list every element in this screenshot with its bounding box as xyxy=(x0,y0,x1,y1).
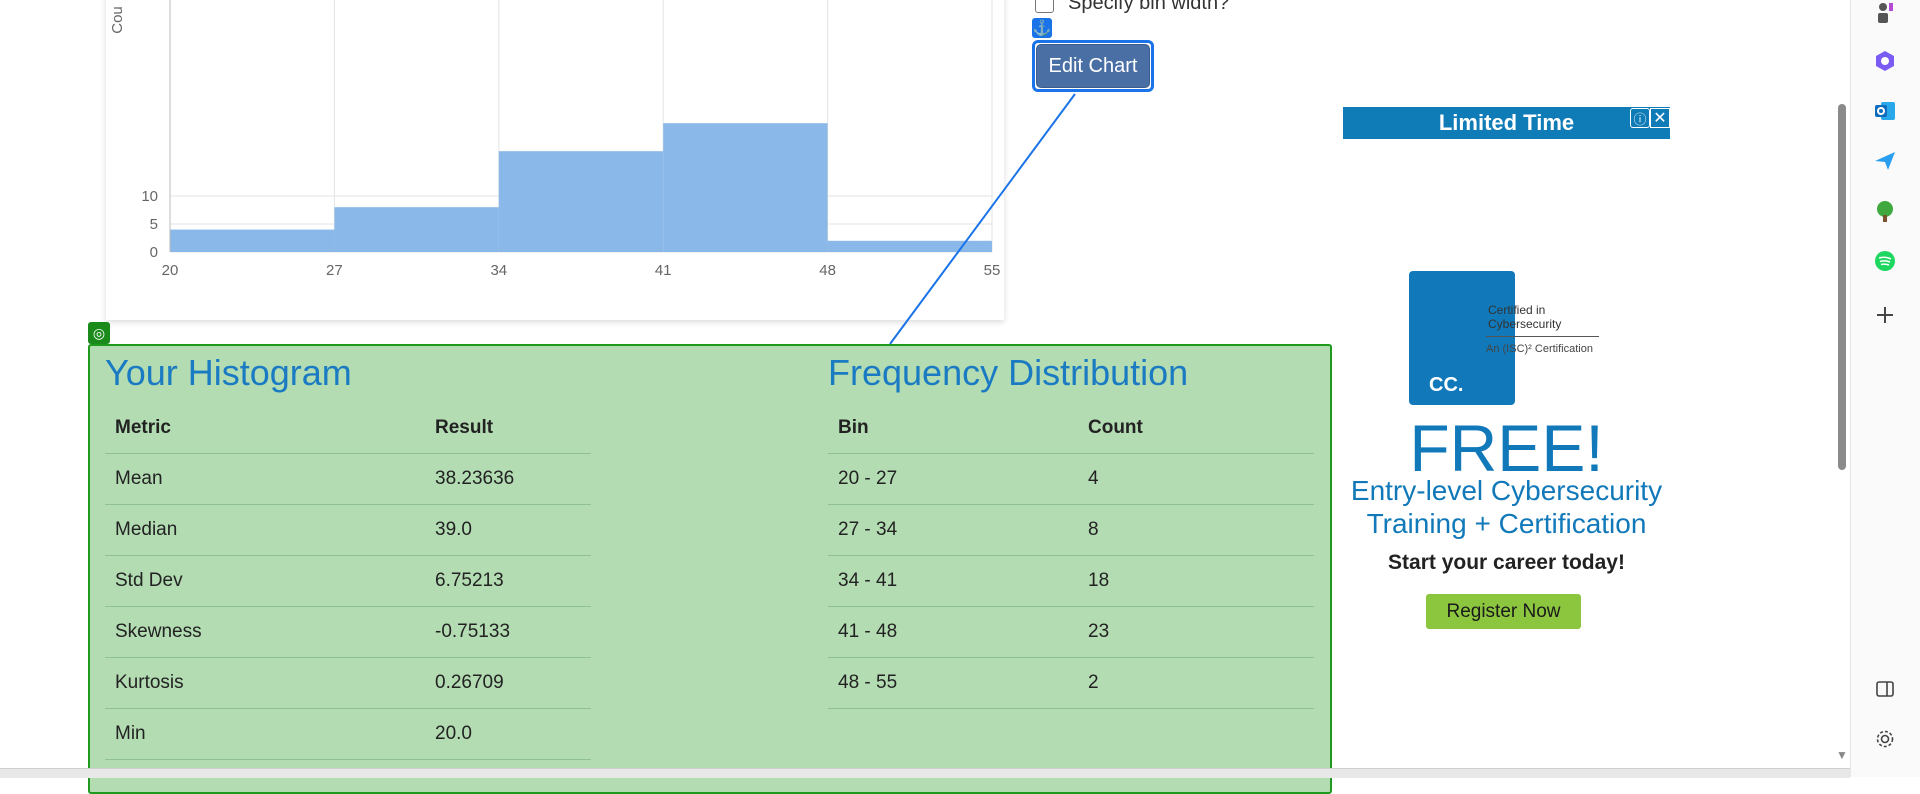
bin-count: 2 xyxy=(1078,657,1314,709)
target-icon: ◎ xyxy=(88,322,110,344)
bin-range: 48 - 55 xyxy=(828,657,1078,709)
bin-count: 4 xyxy=(1078,453,1314,505)
histogram-bar xyxy=(334,207,499,252)
table-row: 41 - 48 23 xyxy=(828,606,1314,658)
y-tick-label: 5 xyxy=(150,216,158,233)
bin-count: 18 xyxy=(1078,555,1314,607)
table-header-row: Bin Count xyxy=(828,402,1314,454)
spotify-icon[interactable] xyxy=(1872,248,1898,274)
metric-value: 0.26709 xyxy=(425,657,591,709)
metric-value: -0.75133 xyxy=(425,606,591,658)
cert-line-1: Certified in xyxy=(1488,303,1546,317)
cert-divider xyxy=(1486,336,1599,337)
metric-value: 6.75213 xyxy=(425,555,591,607)
y-tick-label: 0 xyxy=(150,244,158,261)
table-row: 34 - 41 18 xyxy=(828,555,1314,607)
y-tick-label: 10 xyxy=(141,188,158,205)
outlook-icon[interactable] xyxy=(1872,98,1898,124)
result-header: Result xyxy=(425,402,591,454)
send-icon[interactable] xyxy=(1872,148,1898,174)
ad-close-icon[interactable]: ✕ xyxy=(1650,108,1670,128)
ad-info-icon[interactable]: ⓘ xyxy=(1630,108,1650,128)
histogram-bar xyxy=(170,229,335,252)
frequency-title: Frequency Distribution xyxy=(828,352,1189,393)
bin-count: 23 xyxy=(1078,606,1314,658)
metric-name: Kurtosis xyxy=(105,657,425,709)
metric-name: Mean xyxy=(105,453,425,505)
histogram-bar xyxy=(498,151,664,252)
table-row: Median 39.0 xyxy=(105,504,591,556)
metric-header: Metric xyxy=(105,402,425,454)
add-icon[interactable] xyxy=(1872,302,1898,328)
table-row: Std Dev 6.75213 xyxy=(105,555,591,607)
sidebar-toggle-icon[interactable] xyxy=(1872,676,1898,702)
edit-chart-highlight: Edit Chart xyxy=(1032,40,1154,92)
metric-name: Median xyxy=(105,504,425,556)
table-row: Skewness -0.75133 xyxy=(105,606,591,658)
table-row: 20 - 27 4 xyxy=(828,453,1314,505)
x-tick-label: 34 xyxy=(490,262,507,279)
bin-width-checkbox[interactable] xyxy=(1035,0,1054,13)
settings-icon[interactable] xyxy=(1872,726,1898,752)
scrollbar-thumb[interactable] xyxy=(1838,104,1846,470)
bin-width-label: Specify bin width? xyxy=(1068,0,1230,14)
table-header-row: Metric Result xyxy=(105,402,591,454)
anchor-icon: ⚓ xyxy=(1032,18,1052,38)
table-row: Mean 38.23636 xyxy=(105,453,591,505)
x-tick-label: 48 xyxy=(819,262,836,279)
cert-line-2: Cybersecurity xyxy=(1488,317,1562,331)
tree-icon[interactable] xyxy=(1872,198,1898,224)
metric-name: Min xyxy=(105,708,425,760)
bin-range: 20 - 27 xyxy=(828,453,1078,505)
bin-count: 8 xyxy=(1078,504,1314,556)
edit-chart-button[interactable]: Edit Chart xyxy=(1036,44,1150,88)
copilot-icon[interactable] xyxy=(1872,48,1898,74)
table-row: Kurtosis 0.26709 xyxy=(105,657,591,709)
bin-range: 27 - 34 xyxy=(828,504,1078,556)
histogram-title: Your Histogram xyxy=(105,352,352,393)
metric-name: Std Dev xyxy=(105,555,425,607)
register-now-button[interactable]: Register Now xyxy=(1426,594,1581,629)
x-tick-label: 27 xyxy=(326,262,343,279)
metric-value: 20.0 xyxy=(425,708,591,760)
x-tick-label: 20 xyxy=(162,262,179,279)
bin-range: 34 - 41 xyxy=(828,555,1078,607)
histogram-chart-card: 0 5 10 20 27 34 41 48 55 Cou xyxy=(106,0,1004,320)
cc-logo-text: CC. xyxy=(1429,374,1464,396)
histogram-chart: 0 5 10 20 27 34 41 48 55 Cou xyxy=(109,0,1001,279)
cert-title: Certified in Cybersecurity xyxy=(1488,303,1561,331)
table-row: 27 - 34 8 xyxy=(828,504,1314,556)
ad-line-1: Entry-level Cybersecurity xyxy=(1350,475,1663,506)
bin-range: 41 - 48 xyxy=(828,606,1078,658)
x-tick-label: 55 xyxy=(984,262,1001,279)
x-tick-label: 41 xyxy=(655,262,672,279)
cert-subtitle: An (ISC)² Certification xyxy=(1486,343,1593,355)
table-row: 48 - 55 2 xyxy=(828,657,1314,709)
table-row: Min 20.0 xyxy=(105,708,591,760)
metric-value: 38.23636 xyxy=(425,453,591,505)
metrics-table: Metric Result Mean 38.23636 Median 39.0 St… xyxy=(105,402,591,760)
histogram-bar xyxy=(663,123,828,252)
scroll-down-icon[interactable]: ▼ xyxy=(1836,748,1848,762)
ad-banner[interactable]: Limited Time xyxy=(1343,107,1670,139)
frequency-table: Bin Count 20 - 27 4 27 - 34 8 34 - 41 18 41… xyxy=(828,402,1314,709)
count-header: Count xyxy=(1078,402,1314,454)
ad-tagline: Start your career today! xyxy=(1388,551,1625,574)
histogram-bar xyxy=(827,240,992,252)
bin-header: Bin xyxy=(828,402,1078,454)
cc-logo: CC. xyxy=(1409,271,1515,405)
metric-name: Skewness xyxy=(105,606,425,658)
y-axis-label: Cou xyxy=(109,6,126,34)
ad-line-2: Training + Certification xyxy=(1366,508,1647,539)
chess-icon[interactable] xyxy=(1872,0,1898,26)
metric-value: 39.0 xyxy=(425,504,591,556)
bin-width-option[interactable]: Specify bin width? xyxy=(1035,0,1229,15)
